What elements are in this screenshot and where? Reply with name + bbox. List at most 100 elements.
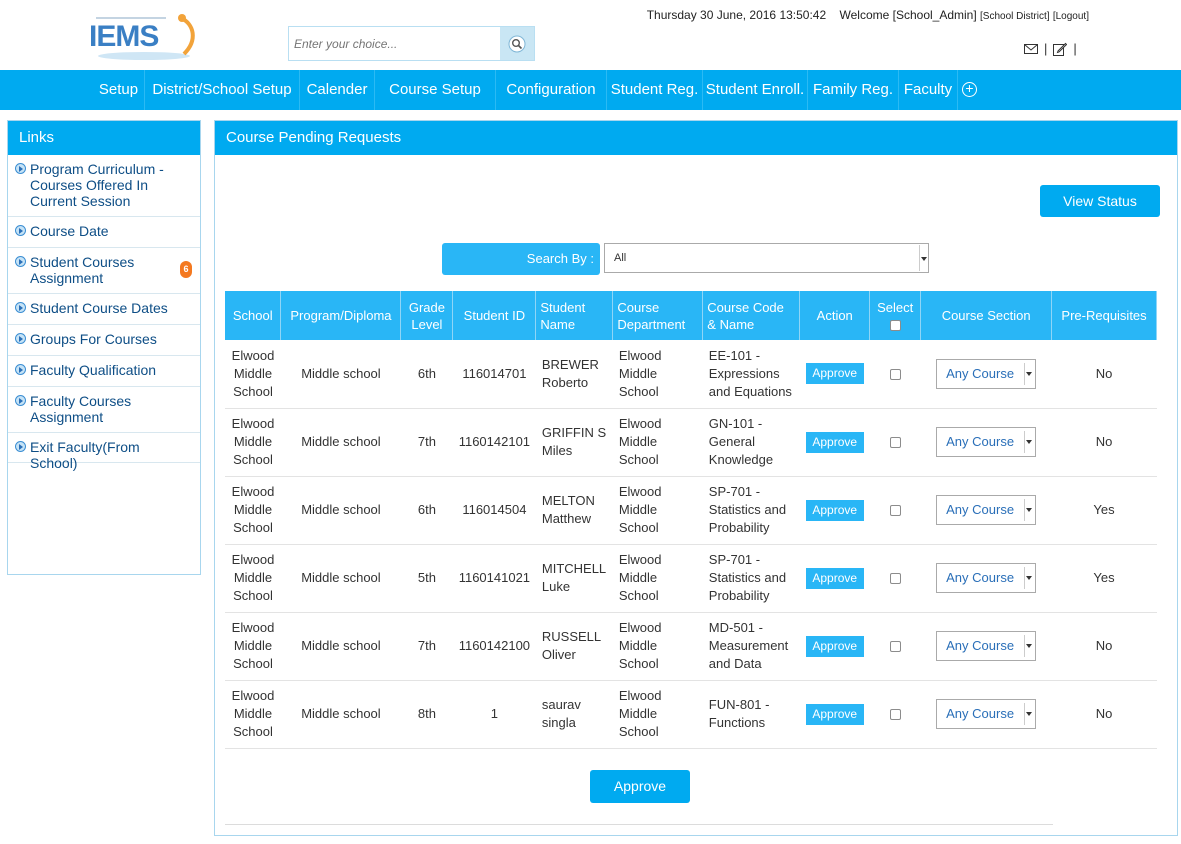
row-select-checkbox[interactable] — [889, 709, 901, 721]
search-icon — [508, 35, 526, 52]
bullet-arrow-icon — [15, 256, 26, 267]
search-button[interactable] — [500, 27, 534, 60]
course-section-select[interactable]: Any Course — [936, 427, 1037, 457]
school-district-link[interactable]: [School District] — [980, 11, 1049, 22]
cell-course: FUN-801 - Functions — [702, 680, 800, 749]
approve-row-button[interactable]: Approve — [805, 499, 864, 521]
cell-school: Elwood Middle School — [225, 476, 281, 545]
table-row: Elwood Middle School Middle school 7th 1… — [225, 408, 1157, 477]
cell-school: Elwood Middle School — [225, 340, 281, 409]
mail-icon[interactable] — [1024, 43, 1038, 54]
course-section-select[interactable]: Any Course — [936, 495, 1037, 525]
row-select-checkbox[interactable] — [889, 368, 901, 380]
nav-calender[interactable]: Calender — [300, 70, 375, 110]
cell-program: Middle school — [280, 340, 401, 409]
table-row: Elwood Middle School Middle school 7th 1… — [225, 612, 1157, 681]
cell-action: Approve — [799, 340, 870, 409]
course-section-select[interactable]: Any Course — [936, 358, 1037, 389]
bullet-arrow-icon — [15, 163, 26, 174]
cell-grade: 6th — [400, 340, 453, 409]
link-student-courses-assignment[interactable]: Student Courses Assignment 6 — [8, 248, 200, 294]
cell-dept: Elwood Middle School — [612, 612, 703, 681]
cell-program: Middle school — [280, 476, 401, 545]
edit-icon[interactable] — [1053, 42, 1068, 56]
link-label: Exit Faculty(From School) — [30, 439, 140, 471]
course-section-select[interactable]: Any Course — [936, 699, 1037, 729]
search-by-value: All — [614, 252, 627, 264]
row-select-checkbox[interactable] — [889, 641, 901, 653]
link-label: Faculty Qualification — [30, 362, 157, 378]
nav-faculty[interactable]: Faculty — [899, 70, 958, 110]
cell-grade: 5th — [400, 544, 453, 613]
cell-section: Any Course — [920, 544, 1052, 613]
global-search — [288, 26, 535, 61]
cell-student-id: 116014701 — [452, 340, 536, 409]
nav-setup[interactable]: Setup — [93, 70, 145, 110]
cell-student-id: 1 — [452, 680, 536, 749]
link-student-course-dates[interactable]: Student Course Dates — [8, 294, 200, 325]
cell-section: Any Course — [920, 340, 1052, 409]
cell-student-name: BREWER Roberto — [535, 340, 613, 409]
nav-course-setup[interactable]: Course Setup — [375, 70, 496, 110]
logout-link[interactable]: [Logout] — [1053, 11, 1089, 22]
select-all-checkbox[interactable] — [889, 319, 901, 331]
nav-student-reg[interactable]: Student Reg. — [607, 70, 703, 110]
cell-program: Middle school — [280, 544, 401, 613]
cell-grade: 7th — [400, 408, 453, 477]
cell-select — [869, 680, 921, 749]
search-by-select[interactable]: All — [604, 243, 929, 273]
chevron-down-icon — [919, 245, 927, 271]
links-title: Links — [8, 121, 200, 155]
course-section-select[interactable]: Any Course — [936, 563, 1037, 593]
cell-section: Any Course — [920, 408, 1052, 477]
link-program-curriculum[interactable]: Program Curriculum - Courses Offered In … — [8, 155, 200, 217]
iems-logo[interactable]: IEMS — [86, 10, 206, 62]
cell-select — [869, 544, 921, 613]
course-section-select[interactable]: Any Course — [936, 631, 1037, 661]
approve-row-button[interactable]: Approve — [805, 635, 864, 657]
cell-prereq: No — [1051, 340, 1157, 409]
cell-grade: 8th — [400, 680, 453, 749]
row-select-checkbox[interactable] — [889, 573, 901, 585]
approve-selected-button[interactable]: Approve — [590, 770, 690, 803]
session-info: Thursday 30 June, 2016 13:50:42 Welcome … — [647, 8, 1089, 22]
link-label: Student Course Dates — [30, 300, 168, 316]
nav-family-reg[interactable]: Family Reg. — [808, 70, 899, 110]
approve-row-button[interactable]: Approve — [805, 567, 864, 589]
cell-student-name: MITCHELL Luke — [535, 544, 613, 613]
nav-more-icon[interactable]: + — [962, 81, 977, 97]
bullet-arrow-icon — [15, 395, 26, 406]
cell-select — [869, 340, 921, 409]
cell-select — [869, 408, 921, 477]
link-faculty-courses-assignment[interactable]: Faculty Courses Assignment — [8, 387, 200, 433]
link-groups-for-courses[interactable]: Groups For Courses — [8, 325, 200, 356]
cell-action: Approve — [799, 612, 870, 681]
table-header-row: School Program/Diploma Grade Level Stude… — [225, 291, 1157, 340]
approve-row-button[interactable]: Approve — [805, 363, 864, 385]
cell-prereq: No — [1051, 680, 1157, 749]
bullet-arrow-icon — [15, 441, 26, 452]
link-label: Faculty Courses Assignment — [30, 393, 132, 425]
global-search-input[interactable] — [291, 29, 501, 58]
current-datetime: Thursday 30 June, 2016 13:50:42 — [646, 8, 827, 22]
link-faculty-qualification[interactable]: Faculty Qualification — [8, 356, 200, 387]
nav-district-school-setup[interactable]: District/School Setup — [145, 70, 300, 110]
icon-divider: | — [1073, 41, 1077, 56]
nav-configuration[interactable]: Configuration — [496, 70, 607, 110]
view-status-button[interactable]: View Status — [1040, 185, 1160, 217]
cell-grade: 6th — [400, 476, 453, 545]
link-exit-faculty[interactable]: Exit Faculty(From School) — [8, 433, 200, 471]
approve-row-button[interactable]: Approve — [805, 703, 864, 725]
cell-prereq: Yes — [1051, 476, 1157, 545]
cell-action: Approve — [799, 476, 870, 545]
link-label: Student Courses Assignment — [30, 254, 135, 286]
nav-student-enroll[interactable]: Student Enroll. — [703, 70, 808, 110]
row-select-checkbox[interactable] — [889, 505, 901, 517]
cell-student-id: 1160142101 — [452, 408, 536, 477]
icon-divider: | — [1044, 41, 1048, 56]
bullet-arrow-icon — [15, 225, 26, 236]
approve-row-button[interactable]: Approve — [805, 431, 864, 453]
cell-school: Elwood Middle School — [225, 408, 281, 477]
row-select-checkbox[interactable] — [889, 437, 901, 449]
link-course-date[interactable]: Course Date — [8, 217, 200, 248]
